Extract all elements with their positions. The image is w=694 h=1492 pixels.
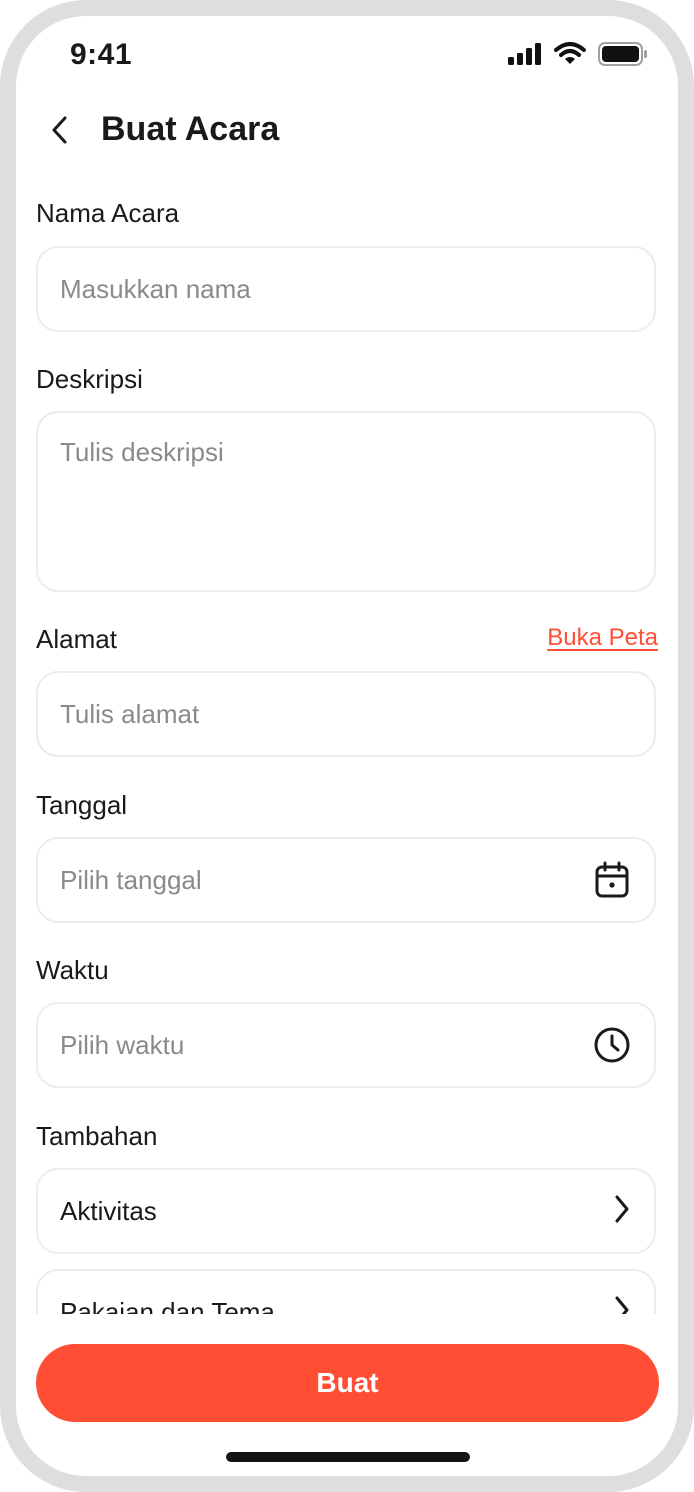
signal-icon [508,43,542,70]
date-input[interactable] [60,864,592,896]
form-scroll-area[interactable]: 9:41 Buat Acara Nama Acara Masukkan nama… [16,16,678,1314]
battery-icon [598,42,648,71]
event-name-label: Nama Acara [36,198,180,228]
extras-label: Tambahan [36,1121,158,1151]
time-input[interactable] [60,1029,592,1061]
chevron-right-icon [612,1295,632,1314]
date-label: Tanggal [36,790,128,820]
outfit-theme-row[interactable]: Pakaian dan Tema [36,1269,656,1314]
date-field[interactable] [36,837,656,923]
address-label: Alamat [36,624,117,654]
address-field[interactable] [36,671,656,757]
description-textarea[interactable] [60,437,632,557]
description-label: Deskripsi [36,364,143,394]
screen: 9:41 Buat Acara Nama Acara Masukkan nama… [16,16,678,1476]
back-button[interactable] [40,112,80,152]
page-title: Buat Acara [101,110,280,148]
chevron-right-icon [612,1194,632,1229]
calendar-icon[interactable] [592,860,632,900]
home-indicator [226,1452,470,1462]
activities-label: Aktivitas [60,1195,157,1226]
time-field[interactable] [36,1002,656,1088]
create-button[interactable]: Buat [36,1344,659,1422]
device-frame: 9:41 Buat Acara Nama Acara Masukkan nama… [0,0,694,1492]
outfit-theme-label: Pakaian dan Tema [60,1296,275,1315]
clock-icon[interactable] [592,1025,632,1065]
event-name-field[interactable] [36,246,656,332]
chevron-left-icon [49,115,71,150]
address-input[interactable] [60,698,632,730]
status-icons [508,42,648,71]
activities-row[interactable]: Aktivitas [36,1168,656,1254]
status-time: 9:41 [70,38,133,71]
wifi-icon [554,42,586,71]
open-map-link[interactable]: Buka Peta [547,624,658,652]
time-label: Waktu [36,955,109,985]
event-name-input[interactable] [60,273,632,305]
description-field[interactable] [36,411,656,592]
